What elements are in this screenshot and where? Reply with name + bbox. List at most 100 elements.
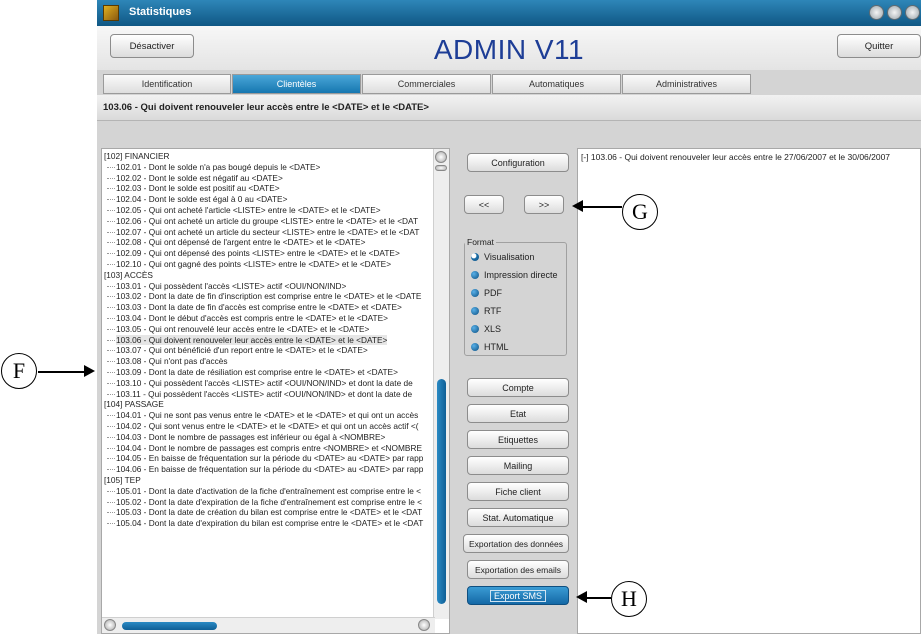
tree-item-label: 103.01 - Qui possèdent l'accès <LISTE> a…	[116, 280, 347, 291]
export-emails-button[interactable]: Exportation des emails	[467, 560, 569, 579]
tree-item[interactable]: 102.10 - Qui ont gagné des points <LISTE…	[102, 259, 435, 270]
tree-category[interactable]: [102] FINANCIER	[102, 151, 435, 162]
minimize-button[interactable]	[869, 5, 884, 20]
radio-selected-icon[interactable]	[471, 253, 479, 261]
tree-item[interactable]: 105.01 - Dont la date d'activation de la…	[102, 486, 435, 497]
tree-item-label: 102.03 - Dont le solde est positif au <D…	[116, 183, 280, 194]
tree-item-label: 105.01 - Dont la date d'activation de la…	[116, 485, 422, 496]
tree-item-label: 103.08 - Qui n'ont pas d'accès	[116, 356, 228, 367]
radio-icon[interactable]	[471, 343, 479, 351]
radio-icon[interactable]	[471, 289, 479, 297]
tree-item[interactable]: 102.09 - Qui ont dépensé des points <LIS…	[102, 248, 435, 259]
format-option-impression[interactable]: Impression directe	[471, 270, 558, 280]
fiche-client-button[interactable]: Fiche client	[467, 482, 569, 501]
tree-category[interactable]: [104] PASSAGE	[102, 399, 435, 410]
tree-item[interactable]: 102.06 - Qui ont acheté un article du gr…	[102, 216, 435, 227]
tree-item[interactable]: 103.05 - Qui ont renouvelé leur accès en…	[102, 324, 435, 335]
tree-item[interactable]: 102.02 - Dont le solde est négatif au <D…	[102, 173, 435, 184]
tree-item-label: 102.08 - Qui ont dépensé de l'argent ent…	[116, 237, 366, 248]
format-option-rtf[interactable]: RTF	[471, 306, 501, 316]
tree-item[interactable]: 103.11 - Qui possèdent l'accès <LISTE> a…	[102, 389, 435, 400]
tree-item[interactable]: 105.03 - Dont la date de création du bil…	[102, 507, 435, 518]
tree-item[interactable]: 103.02 - Dont la date de fin d'inscripti…	[102, 291, 435, 302]
tree-item-label: 104.01 - Qui ne sont pas venus entre le …	[116, 410, 419, 421]
callout-g-arrow-head-icon	[572, 200, 583, 212]
tree-item[interactable]: 103.03 - Dont la date de fin d'accès est…	[102, 302, 435, 313]
configuration-button[interactable]: Configuration	[467, 153, 569, 172]
tree-item[interactable]: 102.03 - Dont le solde est positif au <D…	[102, 183, 435, 194]
tab-bar: Identification Clientèles Commerciales A…	[97, 74, 921, 94]
tree-item-label: 102.04 - Dont le solde est égal à 0 au <…	[116, 194, 288, 205]
format-legend: Format	[465, 237, 496, 247]
tree-item[interactable]: 104.05 - En baisse de fréquentation sur …	[102, 453, 435, 464]
tree-item[interactable]: 104.02 - Qui sont venus entre le <DATE> …	[102, 421, 435, 432]
close-button[interactable]	[905, 5, 920, 20]
maximize-button[interactable]	[887, 5, 902, 20]
tree-item[interactable]: 102.04 - Dont le solde est égal à 0 au <…	[102, 194, 435, 205]
radio-icon[interactable]	[471, 307, 479, 315]
tree-item[interactable]: 104.04 - Dont le nombre de passages est …	[102, 443, 435, 454]
format-option-visualisation[interactable]: Visualisation	[471, 252, 534, 262]
radio-icon[interactable]	[471, 271, 479, 279]
stat-automatique-button[interactable]: Stat. Automatique	[467, 508, 569, 527]
tree-item[interactable]: 102.01 - Dont le solde n'a pas bougé dep…	[102, 162, 435, 173]
tab-identification[interactable]: Identification	[103, 74, 231, 94]
tree-item[interactable]: 103.04 - Dont le début d'accès est compr…	[102, 313, 435, 324]
quit-button[interactable]: Quitter	[837, 34, 921, 58]
tree-category[interactable]: [103] ACCÈS	[102, 270, 435, 281]
scroll-right-icon[interactable]	[418, 619, 430, 631]
callout-f-arrow-head-icon	[84, 365, 95, 377]
tree-item[interactable]: 102.07 - Qui ont acheté un article du se…	[102, 227, 435, 238]
request-tree-panel: [102] FINANCIER 102.01 - Dont le solde n'…	[101, 148, 450, 634]
scroll-up-icon[interactable]	[435, 151, 447, 163]
vertical-scroll-thumb[interactable]	[437, 379, 446, 604]
tree-item-label: 105.04 - Dont la date d'expiration du bi…	[116, 518, 424, 529]
callout-g: G	[622, 194, 658, 230]
mailing-button[interactable]: Mailing	[467, 456, 569, 475]
callout-g-arrow-line	[580, 206, 622, 208]
tree-item[interactable]: 103.08 - Qui n'ont pas d'accès	[102, 356, 435, 367]
tree-item[interactable]: 103.09 - Dont la date de résiliation est…	[102, 367, 435, 378]
tree-item[interactable]: 104.06 - En baisse de fréquentation sur …	[102, 464, 435, 475]
tree-item[interactable]: 105.04 - Dont la date d'expiration du bi…	[102, 518, 435, 529]
tree-item-label: 102.06 - Qui ont acheté un article du gr…	[116, 215, 419, 226]
app-icon	[103, 5, 119, 21]
tree-item[interactable]: 103.01 - Qui possèdent l'accès <LISTE> a…	[102, 281, 435, 292]
scroll-left-icon[interactable]	[104, 619, 116, 631]
tree-item[interactable]: 103.06 - Qui doivent renouveler leur acc…	[102, 334, 435, 346]
result-item[interactable]: [-] 103.06 - Qui doivent renouveler leur…	[581, 152, 890, 162]
callout-f: F	[1, 353, 37, 389]
horizontal-scrollbar[interactable]	[102, 617, 435, 633]
export-data-button[interactable]: Exportation des données	[463, 534, 569, 553]
horizontal-scroll-thumb[interactable]	[122, 622, 217, 630]
tree-item[interactable]: 104.03 - Dont le nombre de passages est …	[102, 432, 435, 443]
format-option-html[interactable]: HTML	[471, 342, 509, 352]
tab-clienteles[interactable]: Clientèles	[232, 74, 361, 94]
format-option-xls[interactable]: XLS	[471, 324, 501, 334]
callout-h-arrow-line	[585, 597, 611, 599]
vertical-scrollbar[interactable]	[433, 149, 449, 619]
next-button[interactable]: >>	[524, 195, 564, 214]
tree-item[interactable]: 103.07 - Qui ont bénéficié d'un report e…	[102, 345, 435, 356]
tab-administratives[interactable]: Administratives	[622, 74, 751, 94]
tab-automatiques[interactable]: Automatiques	[492, 74, 621, 94]
tree-item[interactable]: 103.10 - Qui possèdent l'accès <LISTE> a…	[102, 378, 435, 389]
callout-h-arrow-head-icon	[576, 591, 587, 603]
export-sms-button[interactable]: Export SMS	[467, 586, 569, 605]
format-option-pdf[interactable]: PDF	[471, 288, 502, 298]
compte-button[interactable]: Compte	[467, 378, 569, 397]
scroll-up-secondary-icon[interactable]	[435, 165, 447, 171]
tree-item-label: 103.02 - Dont la date de fin d'inscripti…	[116, 291, 422, 302]
etiquettes-button[interactable]: Etiquettes	[467, 430, 569, 449]
tree-item[interactable]: 105.02 - Dont la date d'expiration de la…	[102, 497, 435, 508]
tree-item-label: 104.02 - Qui sont venus entre le <DATE> …	[116, 420, 419, 431]
tree-item[interactable]: 102.05 - Qui ont acheté l'article <LISTE…	[102, 205, 435, 216]
tree-item[interactable]: 104.01 - Qui ne sont pas venus entre le …	[102, 410, 435, 421]
tree-category[interactable]: [105] TEP	[102, 475, 435, 486]
tab-commerciales[interactable]: Commerciales	[362, 74, 491, 94]
etat-button[interactable]: Etat	[467, 404, 569, 423]
callout-f-arrow-line	[38, 371, 86, 373]
previous-button[interactable]: <<	[464, 195, 504, 214]
radio-icon[interactable]	[471, 325, 479, 333]
tree-item[interactable]: 102.08 - Qui ont dépensé de l'argent ent…	[102, 237, 435, 248]
